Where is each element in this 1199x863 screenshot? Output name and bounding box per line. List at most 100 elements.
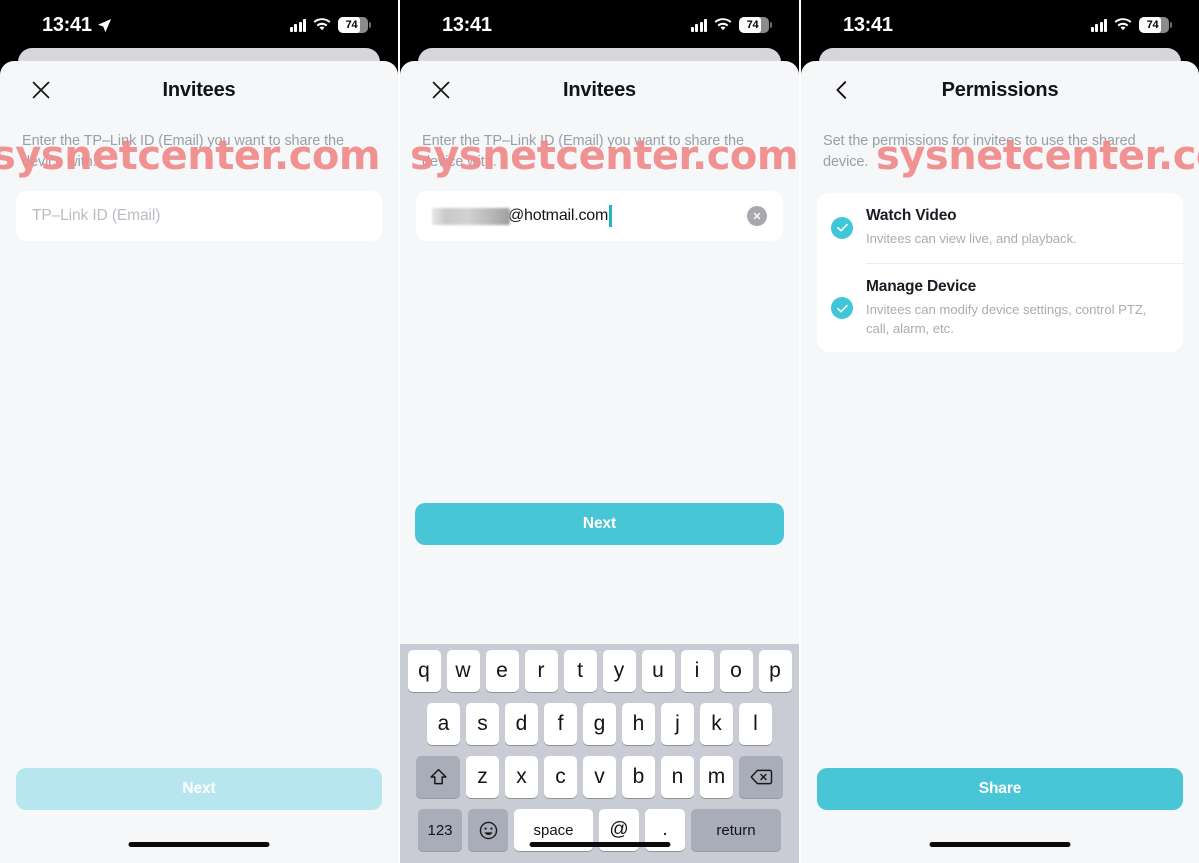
key-f[interactable]: f: [544, 703, 577, 745]
status-bar: 13:41 74: [801, 0, 1199, 50]
permission-texts: Manage Device Invitees can modify device…: [866, 278, 1167, 338]
keyboard-row-3: z x c v b n m: [402, 756, 797, 798]
return-key[interactable]: return: [691, 809, 781, 851]
status-time: 13:41: [843, 13, 893, 36]
permission-row-manage-device[interactable]: Manage Device Invitees can modify device…: [817, 264, 1183, 352]
status-bar: 13:41 74: [0, 0, 398, 50]
check-circle-icon[interactable]: [831, 297, 853, 319]
key-v[interactable]: v: [583, 756, 616, 798]
status-bar-right: 74: [1090, 17, 1172, 33]
keyboard-row-1: q w e r t y u i o p: [402, 650, 797, 692]
modal-sheet: Invitees Enter the TP–Link ID (Email) yo…: [0, 61, 398, 863]
status-bar: 13:41 74: [400, 0, 799, 50]
home-indicator: [128, 842, 270, 847]
permission-title: Watch Video: [866, 207, 957, 225]
key-c[interactable]: c: [544, 756, 577, 798]
home-indicator: [529, 842, 670, 847]
location-arrow-icon: [97, 18, 112, 33]
cellular-signal-icon: [1090, 18, 1107, 32]
status-bar-left: 13:41: [843, 14, 893, 37]
key-g[interactable]: g: [583, 703, 616, 745]
cellular-signal-icon: [289, 18, 306, 32]
shift-icon[interactable]: [416, 756, 460, 798]
key-x[interactable]: x: [505, 756, 538, 798]
key-d[interactable]: d: [505, 703, 538, 745]
key-o[interactable]: o: [719, 650, 753, 692]
on-screen-keyboard: q w e r t y u i o p a s d f g h j k l z …: [400, 644, 799, 863]
input-value-text: @hotmail.com: [508, 207, 609, 225]
next-button[interactable]: Next: [16, 768, 382, 810]
home-indicator: [929, 842, 1071, 847]
permission-subtitle: Invitees can view live, and playback.: [866, 231, 1077, 247]
key-a[interactable]: a: [427, 703, 460, 745]
close-icon[interactable]: [424, 73, 458, 107]
modal-sheet: Invitees Enter the TP–Link ID (Email) yo…: [400, 61, 799, 863]
key-l[interactable]: l: [739, 703, 772, 745]
status-bar-right: 74: [289, 17, 371, 33]
battery-level: 74: [345, 19, 358, 31]
cellular-signal-icon: [690, 18, 707, 32]
key-z[interactable]: z: [466, 756, 499, 798]
next-button[interactable]: Next: [415, 503, 784, 545]
nav-bar: Permissions: [801, 61, 1199, 119]
emoji-icon[interactable]: [468, 809, 508, 851]
permissions-card: Watch Video Invitees can view live, and …: [817, 193, 1183, 353]
screen-description: Enter the TP–Link ID (Email) you want to…: [22, 133, 344, 171]
permission-title: Manage Device: [866, 277, 977, 295]
key-y[interactable]: y: [602, 650, 636, 692]
input-placeholder-text: TP–Link ID (Email): [32, 207, 161, 225]
text-caret: [609, 205, 612, 228]
key-p[interactable]: p: [758, 650, 792, 692]
phone-screen-invitees-empty: 13:41 74 Invitees Enter the TP–Link ID (…: [0, 0, 398, 863]
nav-bar: Invitees: [0, 61, 398, 119]
clear-circle-icon[interactable]: [747, 206, 767, 227]
share-button[interactable]: Share: [817, 768, 1183, 810]
key-q[interactable]: q: [407, 650, 441, 692]
screenshot-stage: 13:41 74 Invitees Enter the TP–Link ID (…: [0, 0, 1199, 863]
numbers-key[interactable]: 123: [418, 809, 462, 851]
key-m[interactable]: m: [700, 756, 733, 798]
battery-icon: 74: [739, 17, 772, 33]
battery-icon: 74: [1139, 17, 1172, 33]
key-b[interactable]: b: [622, 756, 655, 798]
battery-level: 74: [746, 19, 759, 31]
close-icon[interactable]: [24, 73, 58, 107]
phone-screen-permissions: 13:41 74 Permissions Set the permissions…: [801, 0, 1199, 863]
key-t[interactable]: t: [563, 650, 597, 692]
nav-bar: Invitees: [400, 61, 799, 119]
check-circle-icon[interactable]: [831, 216, 853, 239]
key-w[interactable]: w: [446, 650, 480, 692]
battery-level: 74: [1146, 19, 1159, 31]
tplink-id-input[interactable]: @hotmail.com: [416, 191, 783, 242]
key-r[interactable]: r: [524, 650, 558, 692]
key-j[interactable]: j: [661, 703, 694, 745]
status-bar-right: 74: [690, 17, 772, 33]
backspace-icon[interactable]: [739, 756, 783, 798]
key-e[interactable]: e: [485, 650, 519, 692]
key-s[interactable]: s: [466, 703, 499, 745]
permission-subtitle: Invitees can modify device settings, con…: [866, 301, 1147, 336]
battery-icon: 74: [338, 17, 371, 33]
key-u[interactable]: u: [641, 650, 675, 692]
status-time: 13:41: [42, 13, 92, 36]
screen-description: Set the permissions for invitees to use …: [823, 133, 1136, 171]
phone-screen-invitees-filled: 13:41 74 Invitees Enter the TP–Link ID (…: [400, 0, 799, 863]
key-i[interactable]: i: [680, 650, 714, 692]
status-time: 13:41: [442, 13, 492, 36]
page-title: Invitees: [162, 78, 236, 101]
wifi-icon: [313, 18, 331, 32]
page-title: Invitees: [563, 78, 636, 101]
key-h[interactable]: h: [622, 703, 655, 745]
tplink-id-input[interactable]: TP–Link ID (Email): [16, 191, 382, 242]
wifi-icon: [714, 18, 732, 32]
permission-row-watch-video[interactable]: Watch Video Invitees can view live, and …: [817, 193, 1183, 263]
key-k[interactable]: k: [700, 703, 733, 745]
back-chevron-icon[interactable]: [825, 73, 859, 107]
screen-description: Enter the TP–Link ID (Email) you want to…: [422, 133, 744, 171]
key-n[interactable]: n: [661, 756, 694, 798]
wifi-icon: [1114, 18, 1132, 32]
keyboard-row-2: a s d f g h j k l: [402, 703, 797, 745]
input-value-wrap: @hotmail.com: [432, 205, 739, 228]
redacted-email-local-part: [432, 207, 510, 225]
modal-sheet: Permissions Set the permissions for invi…: [801, 61, 1199, 863]
